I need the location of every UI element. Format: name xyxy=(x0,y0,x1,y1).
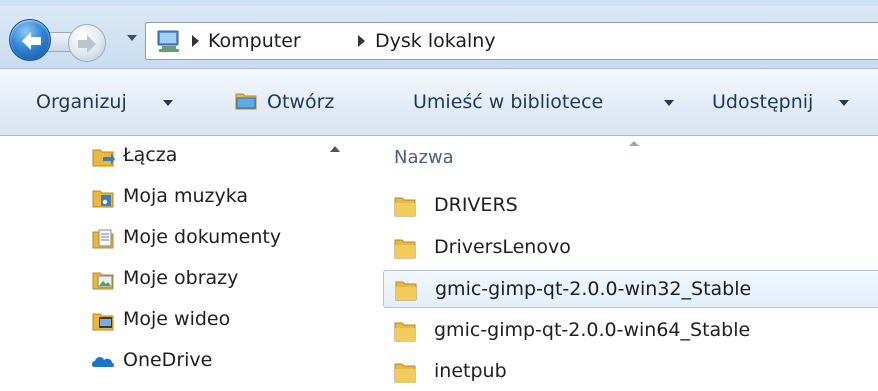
nav-item-label: Moje wideo xyxy=(123,308,231,330)
organize-button[interactable]: Organizuj xyxy=(36,91,127,113)
column-header-name[interactable]: Nazwa xyxy=(394,147,454,168)
breadcrumb-separator-icon[interactable] xyxy=(192,35,199,47)
share-button[interactable]: Udostępnij xyxy=(712,91,813,113)
folder-icon xyxy=(394,197,416,217)
nav-item-onedrive[interactable]: OneDrive xyxy=(90,346,330,380)
back-button[interactable] xyxy=(9,19,51,61)
include-library-dropdown-icon[interactable] xyxy=(664,100,674,106)
pictures-folder-icon xyxy=(92,272,114,290)
folder-icon xyxy=(394,239,416,259)
open-button[interactable]: Otwórz xyxy=(267,91,334,113)
address-bar-row: Komputer Dysk lokalny xyxy=(0,6,878,68)
links-folder-icon xyxy=(92,149,115,167)
breadcrumb-local-disk[interactable]: Dysk lokalny xyxy=(375,30,496,52)
nav-item-links[interactable]: Łącza xyxy=(90,141,330,175)
file-row-drivers[interactable]: DRIVERS xyxy=(383,187,878,225)
scroll-up-arrow-icon[interactable] xyxy=(330,146,340,152)
file-name: gmic-gimp-qt-2.0.0-win64_Stable xyxy=(434,319,751,341)
recent-pages-dropdown-icon[interactable] xyxy=(126,31,138,45)
nav-item-label: Moja muzyka xyxy=(123,185,249,207)
sort-ascending-icon xyxy=(629,141,639,146)
organize-dropdown-icon[interactable] xyxy=(163,100,173,106)
folder-icon xyxy=(394,322,416,342)
nav-item-videos[interactable]: Moje wideo xyxy=(90,305,330,339)
onedrive-cloud-icon xyxy=(92,357,114,367)
breadcrumb-separator-icon[interactable] xyxy=(358,35,365,47)
nav-item-pictures[interactable]: Moje obrazy xyxy=(90,264,330,298)
computer-icon xyxy=(157,30,179,52)
nav-item-label: Łącza xyxy=(123,144,178,166)
breadcrumb-computer[interactable]: Komputer xyxy=(208,30,301,52)
folder-icon xyxy=(394,363,416,383)
nav-item-label: OneDrive xyxy=(123,349,213,371)
file-name: gmic-gimp-qt-2.0.0-win32_Stable xyxy=(435,278,752,300)
file-row-inetpub[interactable]: inetpub xyxy=(383,353,878,391)
forward-arrow-icon xyxy=(78,35,96,53)
nav-item-label: Moje obrazy xyxy=(123,267,239,289)
file-row-gmic-win32[interactable]: gmic-gimp-qt-2.0.0-win32_Stable xyxy=(383,270,878,308)
command-toolbar: Organizuj Otwórz Umieść w bibliotece Udo… xyxy=(0,68,878,136)
file-row-gmic-win64[interactable]: gmic-gimp-qt-2.0.0-win64_Stable xyxy=(383,312,878,350)
nav-item-music[interactable]: Moja muzyka xyxy=(90,182,330,216)
folder-icon xyxy=(395,281,417,301)
nav-item-label: Moje dokumenty xyxy=(123,226,282,248)
documents-folder-icon xyxy=(92,229,114,249)
share-dropdown-icon[interactable] xyxy=(839,100,849,106)
address-bar[interactable]: Komputer Dysk lokalny xyxy=(145,22,878,60)
open-folder-icon xyxy=(235,93,257,110)
file-row-driverslenovo[interactable]: DriversLenovo xyxy=(383,229,878,267)
back-arrow-icon xyxy=(22,32,41,50)
music-folder-icon xyxy=(92,190,114,208)
nav-item-documents[interactable]: Moje dokumenty xyxy=(90,223,330,257)
videos-folder-icon xyxy=(92,313,114,331)
forward-button[interactable] xyxy=(68,24,106,62)
file-name: DRIVERS xyxy=(434,194,518,216)
file-name: DriversLenovo xyxy=(434,236,571,258)
include-in-library-button[interactable]: Umieść w bibliotece xyxy=(413,91,603,113)
